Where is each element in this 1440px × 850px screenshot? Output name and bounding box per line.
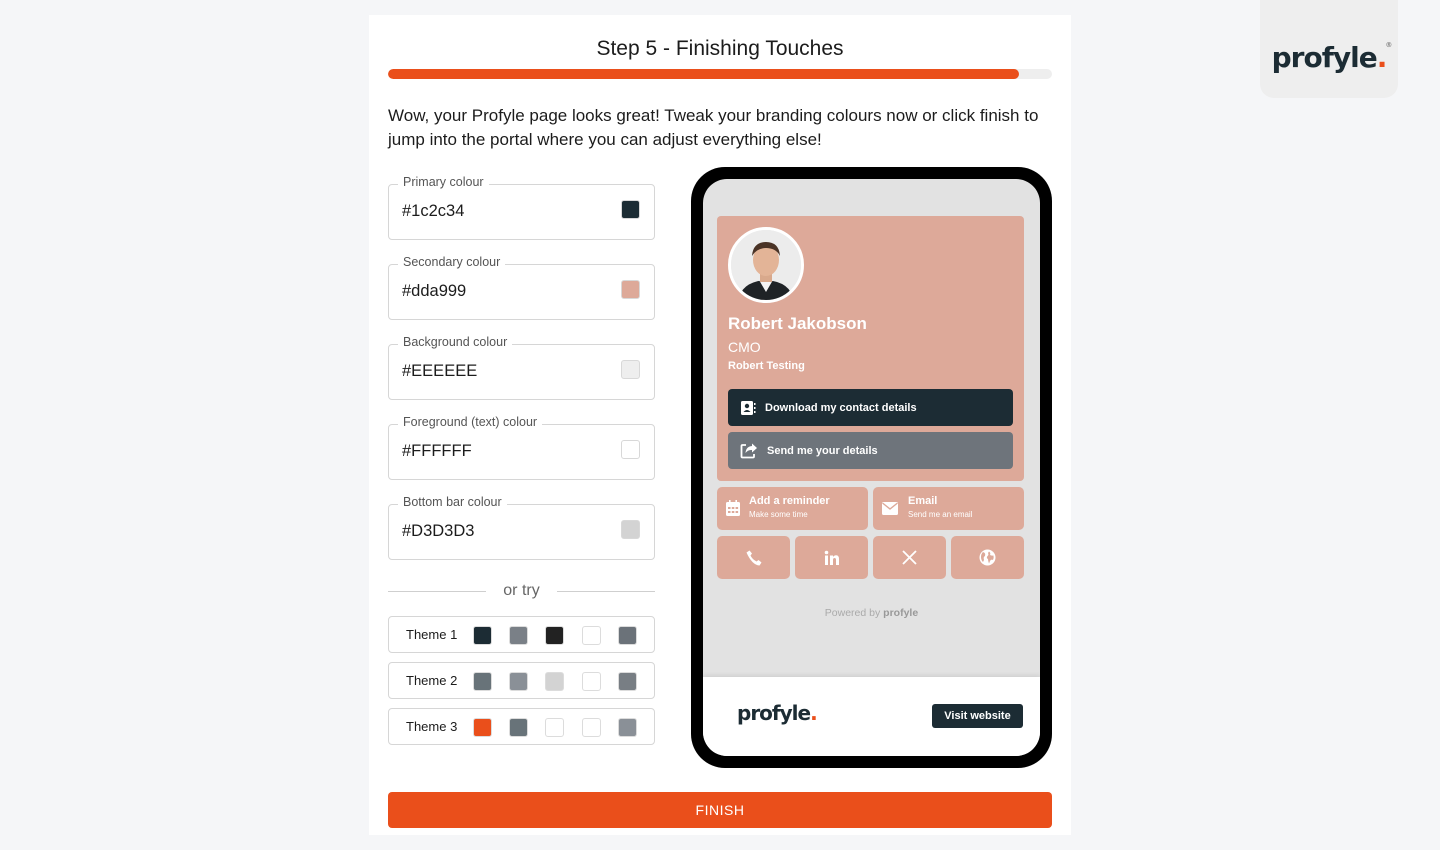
- powered-by-brand: profyle: [883, 607, 919, 619]
- field-value[interactable]: #dda999: [402, 282, 466, 301]
- theme-swatch: [545, 626, 564, 645]
- foreground-colour-field[interactable]: Foreground (text) colour #FFFFFF: [388, 415, 655, 480]
- theme-swatch: [545, 718, 564, 737]
- linkedin-icon: [824, 550, 839, 565]
- brand-logo: profyle. ®: [1271, 40, 1393, 74]
- bottom-bar-logo-dot: .: [810, 701, 818, 725]
- email-title: Email: [908, 495, 938, 507]
- bottom-bar-logo: profyle.: [737, 701, 818, 725]
- theme-swatch: [545, 672, 564, 691]
- bottom-bar-logo-text: profyle: [737, 701, 811, 725]
- avatar-photo-icon: [731, 230, 801, 300]
- phone-call-button[interactable]: [717, 536, 790, 579]
- field-value[interactable]: #1c2c34: [402, 202, 464, 221]
- brand-logo-text: profyle: [1271, 40, 1378, 74]
- phone-preview: Robert Jakobson CMO Robert Testing Downl…: [691, 167, 1052, 768]
- bottom-bar: profyle. Visit website: [703, 677, 1040, 756]
- theme-option-3[interactable]: Theme 3: [388, 708, 655, 745]
- profile-card: Robert Jakobson CMO Robert Testing Downl…: [717, 216, 1024, 481]
- phone-screen: Robert Jakobson CMO Robert Testing Downl…: [703, 179, 1040, 756]
- colour-swatch[interactable]: [621, 200, 640, 219]
- field-label: Foreground (text) colour: [398, 415, 543, 429]
- background-colour-field[interactable]: Background colour #EEEEEE: [388, 335, 655, 400]
- bottom-bar-colour-field[interactable]: Bottom bar colour #D3D3D3: [388, 495, 655, 560]
- progress-bar: [388, 69, 1052, 79]
- theme-swatch: [509, 626, 528, 645]
- theme-option-2[interactable]: Theme 2: [388, 662, 655, 699]
- website-button[interactable]: [951, 536, 1024, 579]
- visit-website-button[interactable]: Visit website: [932, 704, 1023, 728]
- secondary-colour-field[interactable]: Secondary colour #dda999: [388, 255, 655, 320]
- send-details-label: Send me your details: [767, 444, 878, 457]
- phone-icon: [746, 550, 761, 565]
- primary-colour-field[interactable]: Primary colour #1c2c34: [388, 175, 655, 240]
- field-label: Bottom bar colour: [398, 495, 507, 509]
- x-twitter-button[interactable]: [873, 536, 946, 579]
- field-value[interactable]: #EEEEEE: [402, 362, 477, 381]
- theme-swatch: [473, 626, 492, 645]
- theme-name: Theme 3: [406, 719, 458, 734]
- colour-swatch[interactable]: [621, 520, 640, 539]
- field-label: Background colour: [398, 335, 513, 349]
- finish-button[interactable]: FINISH: [388, 792, 1052, 828]
- theme-swatch: [582, 672, 601, 691]
- share-icon: [740, 443, 757, 458]
- theme-swatch: [509, 672, 528, 691]
- progress-fill: [388, 69, 1019, 79]
- theme-swatch: [618, 718, 637, 737]
- theme-swatch: [509, 718, 528, 737]
- profile-name: Robert Jakobson: [728, 314, 867, 333]
- email-tile[interactable]: Email Send me an email: [873, 487, 1024, 530]
- page-title: Step 5 - Finishing Touches: [596, 37, 844, 60]
- theme-swatch: [618, 672, 637, 691]
- powered-by-text: Powered by profyle: [703, 607, 1040, 619]
- intro-text: Wow, your Profyle page looks great! Twea…: [388, 106, 1039, 149]
- colour-swatch[interactable]: [621, 440, 640, 459]
- powered-by-label: Powered by: [824, 607, 881, 619]
- theme-swatch: [473, 718, 492, 737]
- calendar-icon: [726, 500, 740, 516]
- linkedin-button[interactable]: [795, 536, 868, 579]
- download-contact-button[interactable]: Download my contact details: [728, 389, 1013, 426]
- theme-swatch: [473, 672, 492, 691]
- field-label: Primary colour: [398, 175, 489, 189]
- contact-card-icon: [741, 400, 756, 415]
- theme-swatch: [582, 718, 601, 737]
- field-value[interactable]: #D3D3D3: [402, 522, 474, 541]
- brand-logo-badge: profyle. ®: [1260, 0, 1398, 98]
- field-value[interactable]: #FFFFFF: [402, 442, 472, 461]
- send-details-button[interactable]: Send me your details: [728, 432, 1013, 469]
- field-label: Secondary colour: [398, 255, 506, 269]
- wizard-card: Step 5 - Finishing Touches Wow, your Pro…: [369, 15, 1071, 835]
- theme-name: Theme 1: [406, 627, 458, 642]
- theme-name: Theme 2: [406, 673, 458, 688]
- theme-option-1[interactable]: Theme 1: [388, 616, 655, 653]
- reminder-title: Add a reminder: [749, 495, 830, 507]
- add-reminder-tile[interactable]: Add a reminder Make some time: [717, 487, 868, 530]
- x-logo-icon: [902, 550, 917, 565]
- avatar: [728, 227, 804, 303]
- profile-role: CMO: [728, 339, 761, 355]
- theme-swatch: [582, 626, 601, 645]
- or-try-divider: or try: [388, 582, 655, 602]
- registered-mark: ®: [1385, 40, 1393, 49]
- colour-swatch[interactable]: [621, 280, 640, 299]
- globe-icon: [979, 549, 996, 566]
- envelope-icon: [882, 502, 898, 515]
- colour-swatch[interactable]: [621, 360, 640, 379]
- download-contact-label: Download my contact details: [765, 401, 917, 414]
- email-subtitle: Send me an email: [908, 510, 973, 519]
- theme-swatch: [618, 626, 637, 645]
- profile-company: Robert Testing: [728, 360, 805, 372]
- reminder-subtitle: Make some time: [749, 510, 808, 519]
- divider-line: [557, 591, 655, 592]
